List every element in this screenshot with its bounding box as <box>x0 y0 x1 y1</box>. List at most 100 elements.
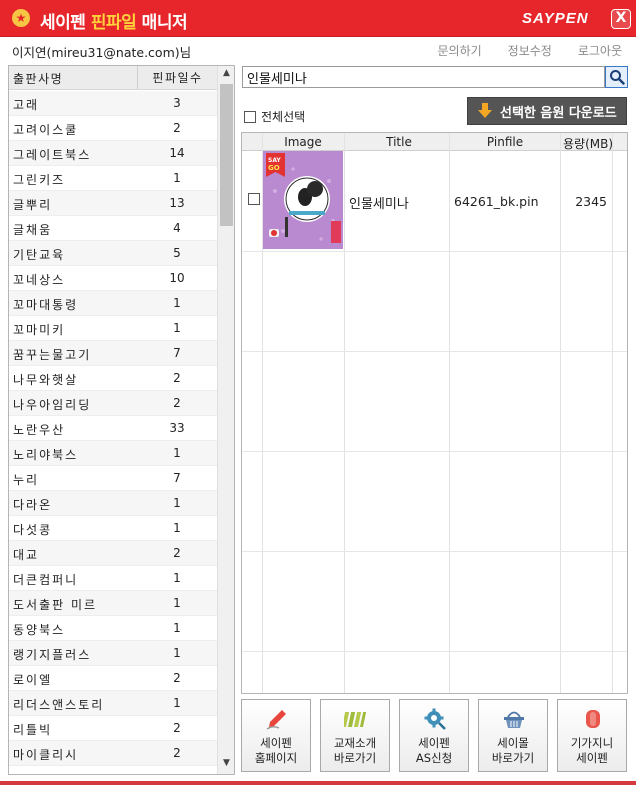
publisher-row[interactable]: 다섯콩 1 <box>9 516 217 541</box>
publisher-row[interactable]: 리더스앤스토리 1 <box>9 691 217 716</box>
select-all[interactable]: 전체선택 <box>244 108 305 125</box>
publisher-name: 대교 <box>13 548 40 562</box>
inquiry-link[interactable]: 문의하기 <box>437 42 481 59</box>
publisher-row[interactable]: 노리야북스 1 <box>9 441 217 466</box>
publisher-row[interactable]: 꼬마미키 1 <box>9 316 217 341</box>
thumb-badge-text-2: GO <box>268 164 280 172</box>
publisher-name: 그린키즈 <box>13 173 66 187</box>
header-publisher-name[interactable]: 출판사명 <box>13 70 63 87</box>
pen-icon <box>266 710 286 730</box>
publisher-row[interactable]: 랭기지플러스 1 <box>9 641 217 666</box>
select-all-label: 전체선택 <box>261 110 306 124</box>
publisher-pinfile-count: 2 <box>173 546 181 560</box>
row-divider <box>242 351 627 352</box>
publisher-row[interactable]: 마이클리시 2 <box>9 741 217 766</box>
publisher-list-header: 출판사명 핀파일수 <box>9 66 217 90</box>
publisher-pinfile-count: 33 <box>169 421 185 435</box>
publisher-list: 고래 3 고려이스쿨 2 그레이트북스 14 그린키즈 1 글뿌리 13 글채움 4 기탄교육 5 꼬네상스… <box>9 91 217 766</box>
publisher-name: 나우아임리딩 <box>13 398 92 412</box>
scrollbar-thumb[interactable] <box>220 84 233 226</box>
header-pinfile-count[interactable]: 핀파일수 <box>137 66 217 90</box>
gigagenie-saypen-button[interactable]: 기가지니 세이펜 <box>557 699 627 772</box>
select-all-checkbox[interactable] <box>244 110 256 123</box>
download-selected-button[interactable]: 선택한 음원 다운로드 <box>467 97 627 125</box>
publisher-row[interactable]: 나우아임리딩 2 <box>9 391 217 416</box>
publisher-name: 랭기지플러스 <box>13 648 92 662</box>
bottom-button-bar: 세이펜 홈페이지 교재소개 바로가기 세이펜 AS신청 세이몰 바로가기 기가지… <box>241 699 628 773</box>
publisher-row[interactable]: 그린키즈 1 <box>9 166 217 191</box>
publisher-name: 마이클리시 <box>13 748 79 762</box>
publisher-row[interactable]: 글채움 4 <box>9 216 217 241</box>
publisher-pinfile-count: 1 <box>173 621 181 635</box>
scroll-up-icon[interactable]: ▲ <box>218 68 234 82</box>
brand-logo: SAYPEN <box>522 10 589 27</box>
row-checkbox[interactable] <box>248 193 260 205</box>
publisher-row[interactable]: 꼬마대통령 1 <box>9 291 217 316</box>
publisher-row[interactable]: 다라온 1 <box>9 491 217 516</box>
search-button[interactable] <box>605 66 628 88</box>
row-divider <box>242 551 627 552</box>
publisher-row[interactable]: 꿈꾸는물고기 7 <box>9 341 217 366</box>
basket-icon <box>504 711 524 728</box>
saymall-button[interactable]: 세이몰 바로가기 <box>478 699 548 772</box>
publisher-row[interactable]: 더큰컴퍼니 1 <box>9 566 217 591</box>
table-row[interactable]: SAY GO 인물세미나 64261_bk.pin 2345 <box>242 133 627 249</box>
book-intro-button[interactable]: 교재소개 바로가기 <box>320 699 390 772</box>
publisher-pinfile-count: 1 <box>173 171 181 185</box>
publisher-pinfile-count: 13 <box>169 196 185 210</box>
publisher-row[interactable]: 리틀빅 2 <box>9 716 217 741</box>
publisher-name: 나무와햇살 <box>13 373 79 387</box>
publisher-list-scrollbar[interactable]: ▲ ▼ <box>217 66 234 774</box>
saypen-as-label-1: 세이펜 <box>418 736 450 750</box>
publisher-row[interactable]: 고래 3 <box>9 91 217 116</box>
publisher-row[interactable]: 누리 7 <box>9 466 217 491</box>
row-title: 인물세미나 <box>349 197 409 212</box>
publisher-name: 글채움 <box>13 223 53 237</box>
publisher-pinfile-count: 1 <box>173 296 181 310</box>
publisher-row[interactable]: 글뿌리 13 <box>9 191 217 216</box>
publisher-name: 고려이스쿨 <box>13 123 79 137</box>
publisher-pinfile-count: 7 <box>173 471 181 485</box>
publisher-name: 고래 <box>13 98 40 112</box>
book-intro-label-2: 바로가기 <box>333 751 377 765</box>
publisher-name: 동양북스 <box>13 623 66 637</box>
pinfile-table: Image Title Pinfile 용량(MB) SAY GO 인물세미나 … <box>241 132 628 694</box>
publisher-name: 리더스앤스토리 <box>13 698 105 712</box>
publisher-row[interactable]: 노란우산 33 <box>9 416 217 441</box>
publisher-name: 기탄교육 <box>13 248 66 262</box>
publisher-row[interactable]: 꼬네상스 10 <box>9 266 217 291</box>
saypen-as-label-2: AS신청 <box>415 751 453 765</box>
books-icon <box>344 712 367 727</box>
publisher-name: 그레이트북스 <box>13 148 92 162</box>
edit-profile-link[interactable]: 정보수정 <box>508 42 552 59</box>
row-pinfile: 64261_bk.pin <box>454 194 539 209</box>
saypen-homepage-label-1: 세이펜 <box>260 736 292 750</box>
publisher-name: 도서출판 미르 <box>13 598 98 612</box>
publisher-pinfile-count: 1 <box>173 446 181 460</box>
publisher-row[interactable]: 나무와햇살 2 <box>9 366 217 391</box>
scroll-down-icon[interactable]: ▼ <box>218 758 234 772</box>
download-selected-label: 선택한 음원 다운로드 <box>500 105 617 121</box>
publisher-name: 꼬마미키 <box>13 323 66 337</box>
publisher-row[interactable]: 도서출판 미르 1 <box>9 591 217 616</box>
app-title-part3: 매니저 <box>136 13 188 33</box>
publisher-list-panel: 출판사명 핀파일수 고래 3 고려이스쿨 2 그레이트북스 14 그린키즈 1 글뿌리 13 글채움… <box>8 65 235 775</box>
publisher-row[interactable]: 고려이스쿨 2 <box>9 116 217 141</box>
search-input[interactable] <box>242 66 605 88</box>
publisher-row[interactable]: 기탄교육 5 <box>9 241 217 266</box>
app-title-part1: 세이펜 <box>40 13 91 33</box>
saymall-label-1: 세이몰 <box>497 736 529 750</box>
publisher-row[interactable]: 동양북스 1 <box>9 616 217 641</box>
publisher-pinfile-count: 1 <box>173 521 181 535</box>
publisher-name: 노리야북스 <box>13 448 79 462</box>
publisher-pinfile-count: 2 <box>173 721 181 735</box>
publisher-row[interactable]: 그레이트북스 14 <box>9 141 217 166</box>
close-button[interactable]: X <box>611 9 631 29</box>
gigagenie-label-2: 세이펜 <box>576 751 608 765</box>
logout-link[interactable]: 로그아웃 <box>578 42 622 59</box>
saypen-homepage-button[interactable]: 세이펜 홈페이지 <box>241 699 311 772</box>
publisher-row[interactable]: 대교 2 <box>9 541 217 566</box>
publisher-pinfile-count: 2 <box>173 121 181 135</box>
saypen-as-request-button[interactable]: 세이펜 AS신청 <box>399 699 469 772</box>
publisher-row[interactable]: 로이엘 2 <box>9 666 217 691</box>
